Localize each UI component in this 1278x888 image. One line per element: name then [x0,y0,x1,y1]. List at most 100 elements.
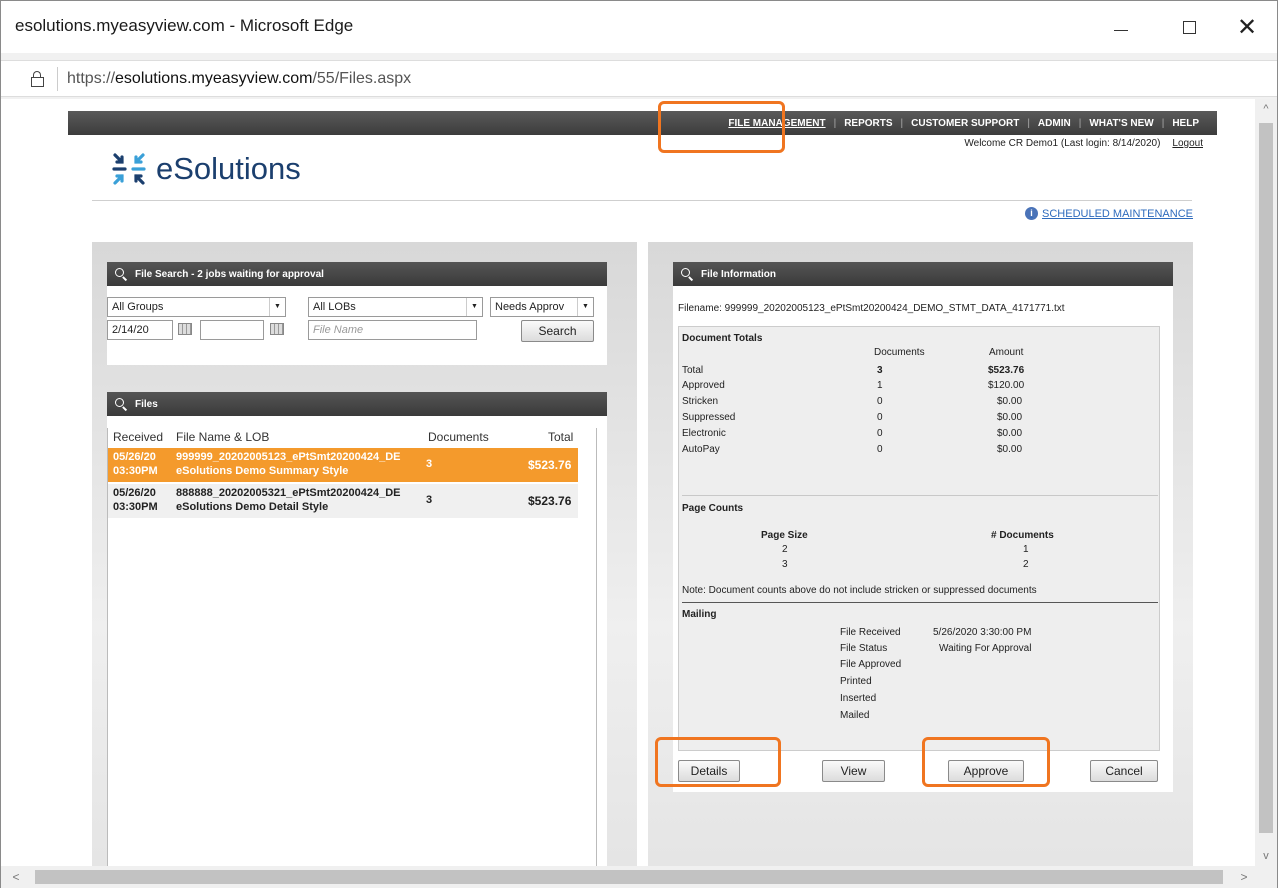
row-documents: 3 [426,494,433,506]
page-col-documents: # Documents [991,530,1054,541]
col-total[interactable]: Total [548,430,573,444]
row-total: $523.76 [528,494,572,508]
right-column: File Information Filename: 999999_202020… [648,242,1193,866]
nav-file-management[interactable]: FILE MANAGEMENT [728,118,825,129]
nav-reports[interactable]: REPORTS [844,118,892,129]
maintenance-label: SCHEDULED MAINTENANCE [1042,207,1193,220]
scroll-thumb[interactable] [35,870,1223,884]
title-bar: esolutions.myeasyview.com - Microsoft Ed… [1,1,1277,53]
nav-divider: | [833,118,837,129]
maximize-button[interactable] [1167,11,1211,43]
left-column: File Search - 2 jobs waiting for approva… [92,242,637,866]
scroll-down-icon[interactable]: v [1255,846,1277,866]
dropdown-arrow-icon: ▼ [269,298,285,316]
page-row-size: 2 [782,544,788,555]
mailing-label: File Status [840,643,888,654]
page-counts-note: Note: Document counts above do not inclu… [682,585,1037,596]
file-search-title: File Search - 2 jobs waiting for approva… [135,268,324,280]
cancel-button[interactable]: Cancel [1090,760,1158,782]
maximize-icon [1182,20,1196,34]
file-information-title: File Information [701,268,776,280]
nav-help[interactable]: HELP [1172,118,1199,129]
lobs-value: All LOBs [313,301,356,313]
info-box: Document Totals Documents Amount Total 3… [678,326,1160,751]
scroll-right-icon[interactable]: > [1233,866,1255,888]
file-information-panel: File Information Filename: 999999_202020… [673,262,1173,792]
page-counts-heading: Page Counts [682,503,744,514]
files-header: Files [107,392,607,416]
status-select[interactable]: Needs Approv ▼ [490,297,594,317]
page-row-docs: 1 [1023,544,1029,555]
nav-divider: | [1161,118,1165,129]
doc-row-amount: $0.00 [997,428,1023,439]
view-button[interactable]: View [822,760,885,782]
mailing-label: File Received [840,627,901,638]
file-name-input[interactable]: File Name [308,320,477,340]
welcome-text: Welcome CR Demo1 (Last login: 8/14/2020) [964,138,1161,149]
nav-menu: FILE MANAGEMENT | REPORTS | CUSTOMER SUPPORT… [724,118,1203,129]
section-divider [682,602,1158,603]
url-text[interactable]: https://esolutions.myeasyview.com/55/Fil… [67,70,411,88]
vertical-scrollbar[interactable]: ^ v [1255,99,1277,866]
nav-customer-support[interactable]: CUSTOMER SUPPORT [911,118,1019,129]
mailing-label: Inserted [840,693,877,704]
file-row-selected[interactable]: 05/26/20 03:30PM 999999_20202005123_ePtS… [108,448,578,482]
doc-row-amount: $0.00 [997,444,1023,455]
page-col-size: Page Size [761,530,808,541]
logo-mark-icon [112,153,146,185]
calendar-icon[interactable] [178,323,192,335]
logout-link[interactable]: Logout [1172,138,1203,149]
scroll-left-icon[interactable]: < [5,866,27,888]
details-button[interactable]: Details [678,760,740,782]
file-row[interactable]: 05/26/20 03:30PM 888888_20202005321_ePtS… [108,484,578,518]
mailing-label: Printed [840,676,872,687]
start-date-input[interactable]: 2/14/20 [107,320,173,340]
close-button[interactable]: ✕ [1225,11,1269,43]
scroll-up-icon[interactable]: ^ [1255,99,1277,119]
dropdown-arrow-icon: ▼ [577,298,593,316]
files-panel: Files Received File Name & LOB Documents… [107,392,607,866]
calendar-icon[interactable] [270,323,284,335]
nav-divider: | [1027,118,1030,129]
doc-row-count: 3 [877,365,883,376]
doc-row-count: 0 [877,396,883,407]
esolutions-page: FILE MANAGEMENT | REPORTS | CUSTOMER SUPPORT… [68,111,1217,866]
horizontal-scrollbar[interactable]: < > [1,866,1277,888]
doc-row-label: Electronic [682,428,726,439]
doc-row-count: 1 [877,380,883,391]
row-file-name: 888888_20202005321_ePtSmt20200424_DE [176,487,401,499]
close-icon: ✕ [1236,13,1258,41]
mailing-value: Waiting For Approval [939,643,1032,654]
row-lob: eSolutions Demo Summary Style [176,465,349,477]
window-title: esolutions.myeasyview.com - Microsoft Ed… [15,16,354,35]
nav-whats-new[interactable]: WHAT'S NEW [1089,118,1153,129]
col-received[interactable]: Received [113,430,163,444]
address-bar[interactable]: https://esolutions.myeasyview.com/55/Fil… [1,60,1277,97]
lobs-select[interactable]: All LOBs ▼ [308,297,483,317]
col-documents[interactable]: Documents [428,430,489,444]
file-search-panel: File Search - 2 jobs waiting for approva… [107,262,607,365]
filename-text: Filename: 999999_20202005123_ePtSmt20200… [678,303,1065,314]
approve-button[interactable]: Approve [948,760,1024,782]
search-button[interactable]: Search [521,320,594,342]
row-date: 05/26/20 [113,487,156,499]
end-date-input[interactable] [200,320,264,340]
row-time: 03:30PM [113,465,158,477]
nav-divider: | [1078,118,1082,129]
mailing-value: 5/26/2020 3:30:00 PM [933,627,1032,638]
section-divider [682,495,1158,496]
scheduled-maintenance-link[interactable]: i SCHEDULED MAINTENANCE [1025,207,1193,220]
row-file-name: 999999_20202005123_ePtSmt20200424_DE [176,451,401,463]
status-value: Needs Approv [495,301,565,313]
minimize-button[interactable] [1099,11,1143,43]
esolutions-logo[interactable]: eSolutions [112,147,301,191]
col-file-name[interactable]: File Name & LOB [176,430,269,444]
mailing-heading: Mailing [682,609,717,620]
page-row-size: 3 [782,559,788,570]
groups-value: All Groups [112,301,164,313]
doc-row-label: Total [682,365,704,376]
files-column-headers: Received File Name & LOB Documents Total [108,428,598,446]
nav-admin[interactable]: ADMIN [1038,118,1071,129]
groups-select[interactable]: All Groups ▼ [107,297,286,317]
scroll-thumb[interactable] [1259,123,1273,833]
